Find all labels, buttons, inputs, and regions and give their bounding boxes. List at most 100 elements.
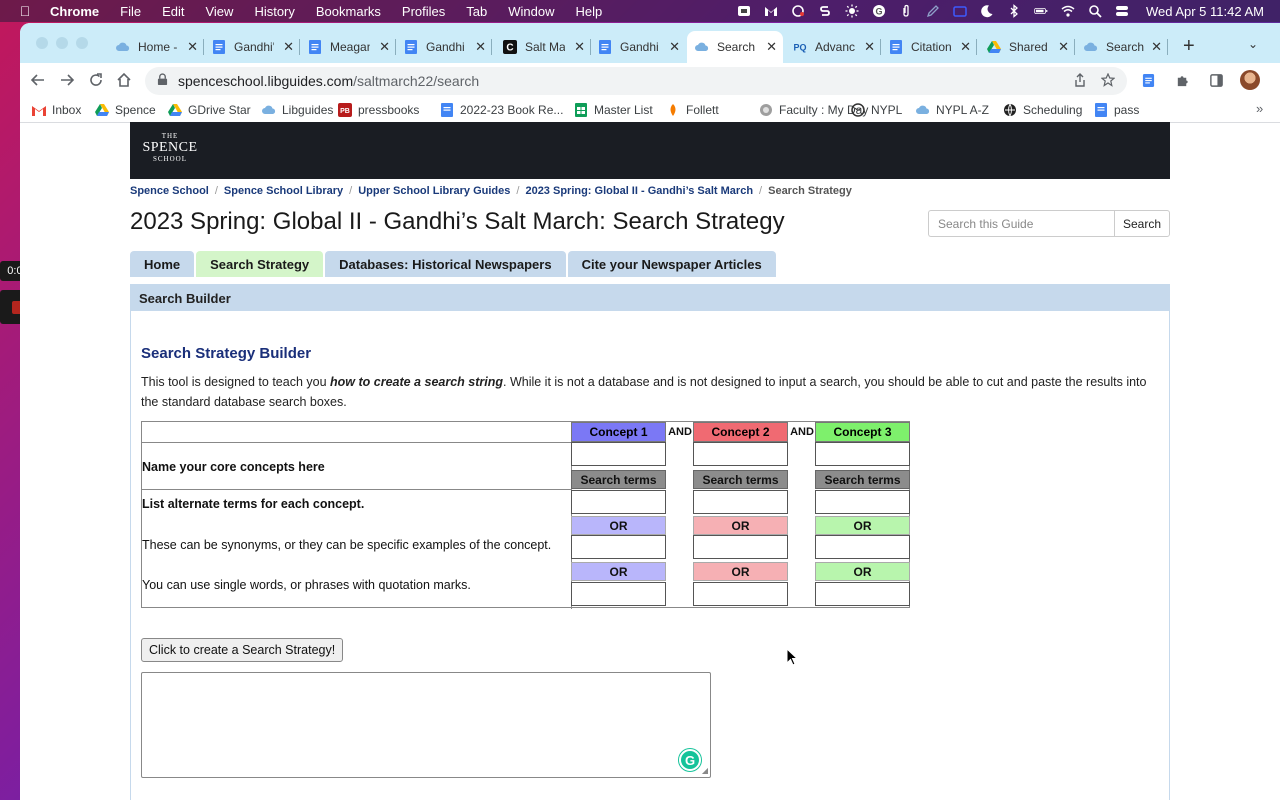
spotlight-search-icon[interactable] — [1088, 4, 1102, 18]
close-tab-icon[interactable]: ✕ — [187, 39, 198, 55]
grammarly-menu-icon[interactable]: G — [872, 4, 886, 18]
bookmark-item[interactable]: Follett — [666, 103, 719, 117]
grammarly-icon[interactable]: G — [679, 749, 701, 771]
menu-window[interactable]: Window — [508, 4, 554, 19]
bookmark-item[interactable]: NYPL A-Z — [916, 103, 989, 117]
menu-bookmarks[interactable]: Bookmarks — [316, 4, 381, 19]
tab-search-chevron-icon[interactable]: ⌄ — [1248, 37, 1258, 51]
bookmark-item[interactable]: PB pressbooks — [338, 103, 419, 117]
moon-icon[interactable] — [980, 4, 994, 18]
bookmark-item[interactable]: NYPL — [851, 103, 902, 117]
share-icon[interactable] — [1073, 73, 1087, 90]
browser-tab[interactable]: PQ Advanc ✕ — [785, 31, 881, 63]
browser-tab[interactable]: Shared ✕ — [979, 31, 1075, 63]
menu-profiles[interactable]: Profiles — [402, 4, 445, 19]
concept-3-term-1[interactable] — [815, 490, 910, 514]
battery-icon[interactable] — [1034, 4, 1048, 18]
browser-tab[interactable]: Gandhi ✕ — [396, 31, 492, 63]
breadcrumb-link[interactable]: Upper School Library Guides — [358, 185, 510, 197]
menu-app-name[interactable]: Chrome — [50, 4, 99, 19]
forward-button[interactable] — [57, 70, 77, 90]
concept-2-input[interactable] — [693, 442, 788, 466]
browser-tab[interactable]: Home - ✕ — [108, 31, 204, 63]
profile-avatar[interactable] — [1240, 70, 1260, 90]
menubar-clock[interactable]: Wed Apr 5 11:42 AM — [1146, 4, 1264, 19]
bookmark-item[interactable]: Libguides — [262, 103, 333, 117]
paperclip-icon[interactable] — [899, 4, 913, 18]
tab-databases[interactable]: Databases: Historical Newspapers — [325, 251, 566, 277]
concept-1-term-2[interactable] — [571, 535, 666, 559]
menu-edit[interactable]: Edit — [162, 4, 184, 19]
tab-cite-articles[interactable]: Cite your Newspaper Articles — [567, 251, 776, 277]
close-tab-icon[interactable]: ✕ — [766, 39, 777, 55]
concept-1-term-3[interactable] — [571, 582, 666, 606]
breadcrumb-link[interactable]: 2023 Spring: Global II - Gandhi’s Salt M… — [525, 185, 753, 197]
resize-handle-icon[interactable]: ◢ — [702, 766, 708, 775]
concept-2-term-3[interactable] — [693, 582, 788, 606]
menu-tab[interactable]: Tab — [466, 4, 487, 19]
bookmark-item[interactable]: pass — [1094, 103, 1139, 117]
brightness-icon[interactable] — [845, 4, 859, 18]
browser-tab[interactable]: Gandhi ✕ — [590, 31, 686, 63]
breadcrumb-link[interactable]: Spence School Library — [224, 185, 343, 197]
tab-active[interactable]: Search ✕ — [687, 31, 783, 63]
address-bar[interactable]: spenceschool.libguides.com/saltmarch22/s… — [145, 67, 1127, 95]
tab-search-strategy[interactable]: Search Strategy — [196, 251, 324, 277]
guide-search-input[interactable]: Search this Guide — [928, 210, 1114, 237]
wifi-icon[interactable] — [1061, 4, 1075, 18]
spence-school-logo[interactable]: THE SPENCE SCHOOL — [140, 132, 200, 163]
s-app-icon[interactable] — [818, 4, 832, 18]
browser-tab[interactable]: Search ✕ — [1076, 31, 1168, 63]
bookmark-item[interactable]: Spence — [95, 103, 156, 117]
concept-1-term-1[interactable] — [571, 490, 666, 514]
concept-3-term-3[interactable] — [815, 582, 910, 606]
pen-icon[interactable] — [926, 4, 940, 18]
bookmark-item[interactable]: Scheduling — [1003, 103, 1082, 117]
bluetooth-icon[interactable] — [1007, 4, 1021, 18]
extensions-puzzle-icon[interactable] — [1172, 70, 1192, 90]
more-bookmarks-chevron-icon[interactable]: » — [1256, 101, 1263, 116]
screen-record-icon[interactable] — [737, 4, 751, 18]
concept-3-input[interactable] — [815, 442, 910, 466]
breadcrumb-link[interactable]: Spence School — [130, 185, 209, 197]
browser-tab[interactable]: C Salt Mar ✕ — [495, 31, 591, 63]
browser-tab[interactable]: Meagan ✕ — [300, 31, 396, 63]
close-tab-icon[interactable]: ✕ — [379, 39, 390, 55]
home-button[interactable] — [114, 70, 134, 90]
window-icon[interactable] — [953, 4, 967, 18]
close-tab-icon[interactable]: ✕ — [960, 39, 971, 55]
guide-search-button[interactable]: Search — [1114, 210, 1170, 237]
bookmark-item[interactable]: GDrive Star — [168, 103, 251, 117]
reload-button[interactable] — [86, 70, 106, 90]
bookmark-item[interactable]: Master List — [574, 103, 653, 117]
bookmark-star-icon[interactable] — [1100, 72, 1116, 90]
kebab-menu-icon[interactable] — [1274, 70, 1280, 90]
close-window-button[interactable] — [36, 37, 48, 49]
close-tab-icon[interactable]: ✕ — [283, 39, 294, 55]
close-tab-icon[interactable]: ✕ — [1151, 39, 1162, 55]
menu-file[interactable]: File — [120, 4, 141, 19]
control-center-icon[interactable] — [1115, 4, 1129, 18]
concept-2-term-1[interactable] — [693, 490, 788, 514]
side-panel-icon[interactable] — [1206, 70, 1226, 90]
bookmark-item[interactable]: Inbox — [32, 103, 81, 117]
bookmark-item[interactable]: 2022-23 Book Re... — [440, 103, 563, 117]
close-tab-icon[interactable]: ✕ — [669, 39, 680, 55]
docs-extension-icon[interactable] — [1138, 70, 1158, 90]
menu-view[interactable]: View — [205, 4, 233, 19]
lock-icon[interactable] — [157, 73, 168, 89]
concept-3-term-2[interactable] — [815, 535, 910, 559]
browser-tab[interactable]: Citation ✕ — [881, 31, 977, 63]
zoom-window-button[interactable] — [76, 37, 88, 49]
menu-help[interactable]: Help — [576, 4, 603, 19]
new-tab-button[interactable]: + — [1183, 35, 1195, 58]
apple-icon[interactable]:  — [18, 3, 32, 19]
menu-history[interactable]: History — [254, 4, 294, 19]
close-tab-icon[interactable]: ✕ — [574, 39, 585, 55]
back-button[interactable] — [28, 70, 48, 90]
concept-2-term-2[interactable] — [693, 535, 788, 559]
strategy-output-textarea[interactable]: G ◢ — [141, 672, 711, 778]
close-tab-icon[interactable]: ✕ — [864, 39, 875, 55]
cast-icon[interactable] — [791, 4, 805, 18]
close-tab-icon[interactable]: ✕ — [475, 39, 486, 55]
